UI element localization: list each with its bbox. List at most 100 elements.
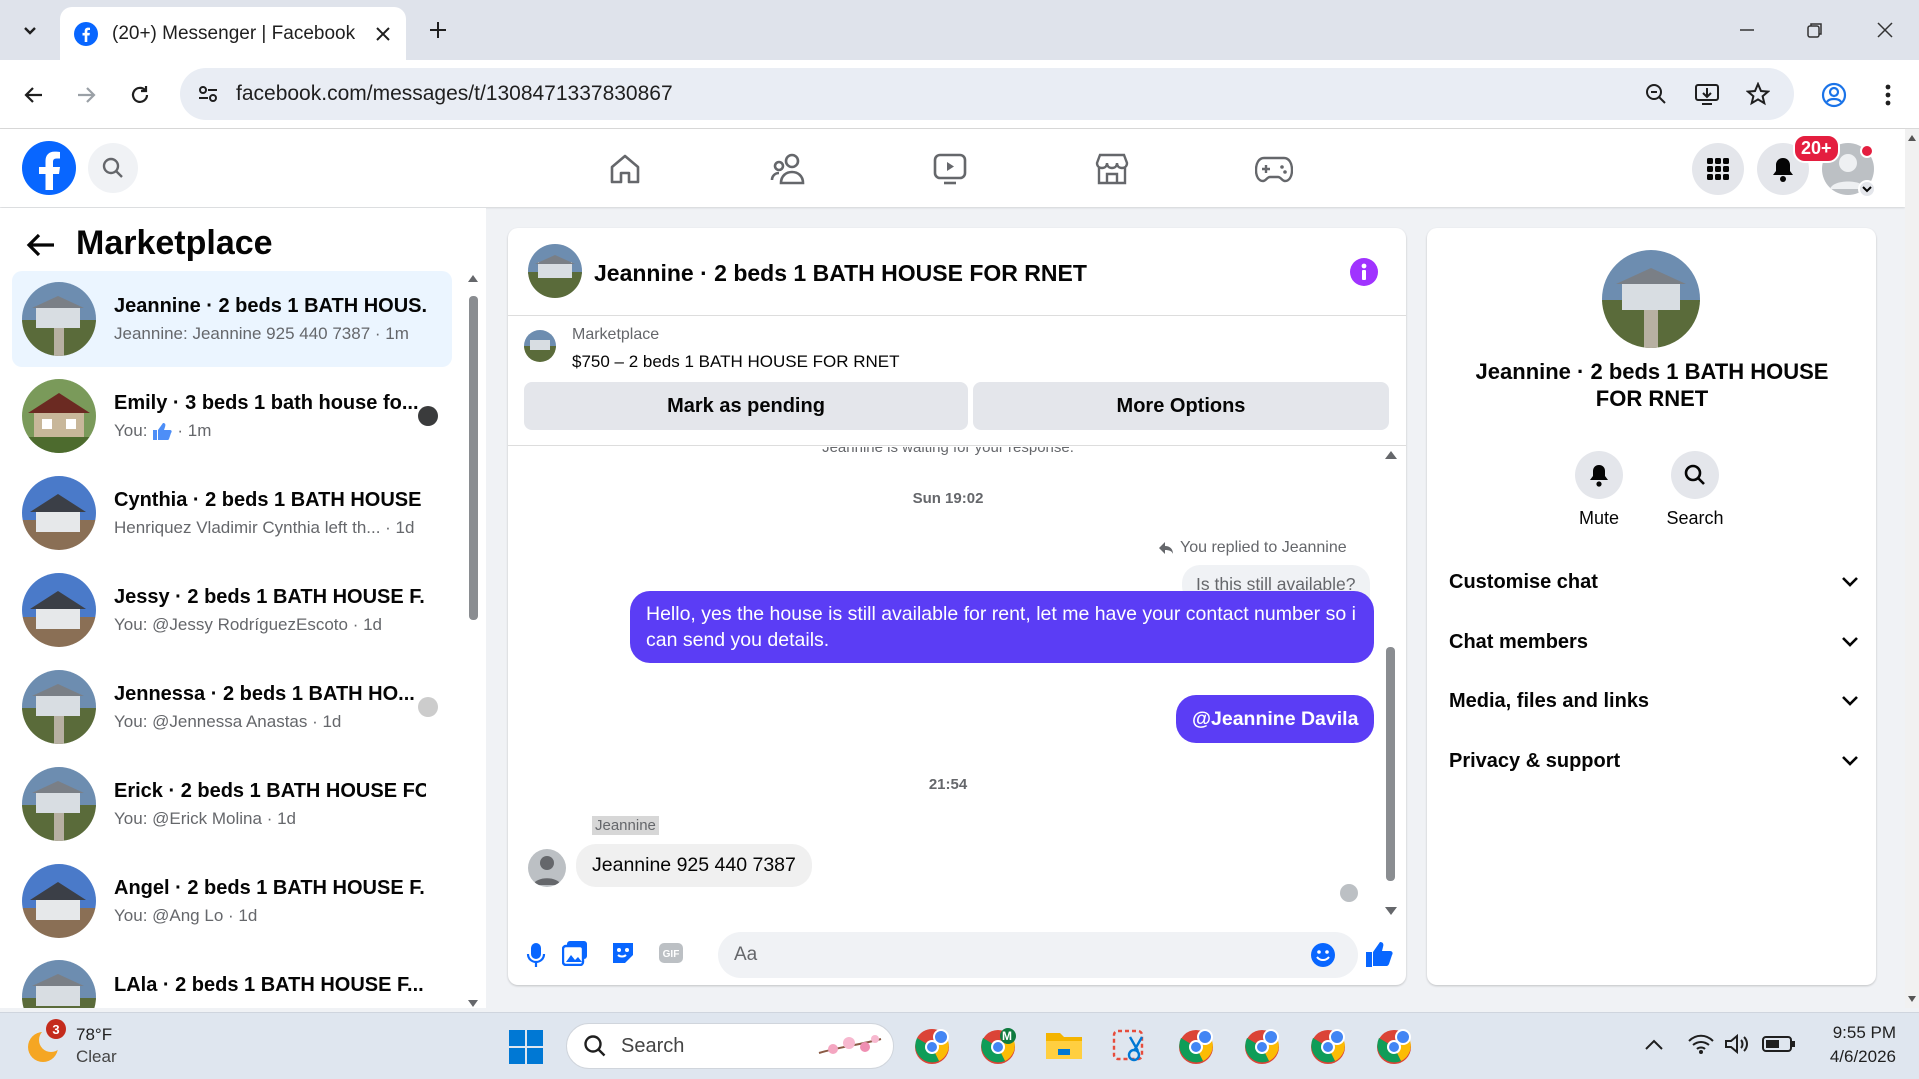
conversation-info-button[interactable] <box>1350 258 1378 286</box>
conversation-jessy[interactable]: Jessy · 2 beds 1 BATH HOUSE F... You: @Je… <box>12 562 452 658</box>
nav-marketplace[interactable] <box>1092 149 1132 189</box>
section-chat-members[interactable]: Chat members <box>1449 622 1859 662</box>
file-explorer-icon[interactable] <box>1044 1027 1084 1067</box>
account-chevron[interactable] <box>1858 180 1876 198</box>
chrome-profile-icon[interactable] <box>912 1027 952 1067</box>
listing-avatar[interactable] <box>1602 250 1700 348</box>
chrome-profile-icon[interactable] <box>978 1027 1018 1067</box>
conversation-preview: You: @Erick Molina · 1d <box>114 808 296 828</box>
section-privacy-support[interactable]: Privacy & support <box>1449 741 1859 781</box>
address-bar[interactable]: facebook.com/messages/t/1308471337830867 <box>180 68 1794 120</box>
composer: GIF Aa <box>508 924 1406 984</box>
conversation-jeannine[interactable]: Jeannine · 2 beds 1 BATH HOUS... Jeannine… <box>12 271 452 367</box>
nav-friends[interactable] <box>768 149 808 189</box>
marketplace-icon <box>1094 152 1130 186</box>
outgoing-mention-message[interactable]: @Jeannine Davila <box>1176 695 1375 743</box>
conversation-preview: You: @Ang Lo · 1d <box>114 905 258 925</box>
menu-button[interactable] <box>1692 143 1744 195</box>
browser-menu-button[interactable] <box>1868 75 1908 115</box>
forward-button[interactable] <box>66 75 106 115</box>
chrome-profile-icon[interactable] <box>1176 1027 1216 1067</box>
section-customise-chat[interactable]: Customise chat <box>1449 562 1859 602</box>
emoji-icon[interactable] <box>1310 942 1336 968</box>
message-input[interactable]: Aa <box>718 932 1358 978</box>
listing-thumbnail <box>22 573 96 647</box>
zoom-icon[interactable] <box>1644 82 1668 106</box>
url-text[interactable]: facebook.com/messages/t/1308471337830867 <box>236 82 1644 106</box>
listing-thumbnail <box>22 282 96 356</box>
chevron-up-icon[interactable] <box>1644 1037 1664 1051</box>
thumbs-up-send-icon[interactable] <box>1364 940 1394 968</box>
nav-home[interactable] <box>605 149 645 189</box>
conversation-angel[interactable]: Angel · 2 beds 1 BATH HOUSE F... You: @An… <box>12 853 452 949</box>
wifi-icon[interactable] <box>1688 1033 1714 1055</box>
nav-gaming[interactable] <box>1254 149 1294 189</box>
close-tab-icon[interactable] <box>374 25 392 43</box>
sender-name: Jeannine <box>592 816 659 835</box>
volume-icon[interactable] <box>1724 1033 1750 1055</box>
chat-list-scroll-thumb[interactable] <box>469 296 478 620</box>
chat-panel: Jeannine · 2 beds 1 BATH HOUSE FOR RNET … <box>508 228 1406 985</box>
back-arrow-icon[interactable] <box>26 232 56 258</box>
site-info-icon[interactable] <box>196 82 220 106</box>
chat-title[interactable]: Jeannine · 2 beds 1 BATH HOUSE FOR RNET <box>594 260 1087 287</box>
conversation-preview: You: @Jennessa Anastas · 1d <box>114 711 342 731</box>
section-label: Chat members <box>1449 630 1588 653</box>
sticker-icon[interactable] <box>610 940 636 966</box>
more-options-button[interactable]: More Options <box>973 382 1389 430</box>
facebook-search-button[interactable] <box>88 143 138 193</box>
chevron-down-icon <box>1841 695 1859 707</box>
conversation-emily[interactable]: Emily · 3 beds 1 bath house fo... You: · … <box>12 368 452 464</box>
taskbar-clock[interactable]: 9:55 PM 4/6/2026 <box>1812 1023 1896 1067</box>
weather-widget[interactable]: 78°F Clear <box>24 1025 117 1067</box>
search-in-conversation-button[interactable] <box>1671 451 1719 499</box>
facebook-logo[interactable] <box>22 141 76 195</box>
conversation-info-panel: Jeannine · 2 beds 1 BATH HOUSE FOR RNET … <box>1427 228 1876 985</box>
chat-avatar[interactable] <box>528 244 582 298</box>
mark-as-pending-button[interactable]: Mark as pending <box>524 382 968 430</box>
new-tab-button[interactable] <box>420 12 456 48</box>
friends-icon <box>770 152 806 186</box>
weather-condition: Clear <box>76 1047 117 1066</box>
install-app-icon[interactable] <box>1694 82 1720 106</box>
conversation-jennessa[interactable]: Jennessa · 2 beds 1 BATH HO... You: @Jenn… <box>12 659 452 755</box>
profile-button[interactable] <box>1814 75 1854 115</box>
snipping-tool-icon[interactable] <box>1110 1027 1150 1067</box>
reload-button[interactable] <box>120 75 160 115</box>
timestamp: Sun 19:02 <box>912 490 984 507</box>
message-scroll-thumb[interactable] <box>1386 647 1395 881</box>
photo-icon[interactable] <box>562 940 588 966</box>
conversation-cynthia[interactable]: Cynthia · 2 beds 1 BATH HOUSE ... Henriqu… <box>12 465 452 561</box>
listing-title[interactable]: $750 – 2 beds 1 BATH HOUSE FOR RNET <box>572 352 900 372</box>
chevron-down-icon <box>1841 636 1859 648</box>
listing-thumbnail <box>22 960 96 1008</box>
conversation-erick[interactable]: Erick · 2 beds 1 BATH HOUSE FO... You: @E… <box>12 756 452 852</box>
incoming-message[interactable]: Jeannine 925 440 7387 <box>576 844 812 887</box>
taskbar-search[interactable]: Search <box>566 1023 894 1069</box>
chrome-profile-icon[interactable] <box>1242 1027 1282 1067</box>
chevron-down-icon <box>20 20 40 40</box>
minimize-button[interactable] <box>1722 12 1772 48</box>
back-button[interactable] <box>14 75 54 115</box>
gif-icon[interactable]: GIF <box>658 942 684 964</box>
close-window-button[interactable] <box>1860 12 1910 48</box>
sender-avatar[interactable] <box>528 849 566 887</box>
cherry-blossom-icon <box>817 1031 883 1061</box>
browser-tab-messenger[interactable]: (20+) Messenger | Facebook <box>60 7 406 60</box>
chrome-profile-icon[interactable] <box>1308 1027 1348 1067</box>
nav-video[interactable] <box>930 149 970 189</box>
chrome-profile-icon[interactable] <box>1374 1027 1414 1067</box>
windows-start-icon[interactable] <box>508 1029 548 1069</box>
section-media-files-links[interactable]: Media, files and links <box>1449 681 1859 721</box>
microphone-icon[interactable] <box>526 942 546 968</box>
tab-search-button[interactable] <box>10 10 50 50</box>
restore-button[interactable] <box>1790 12 1840 48</box>
page-scrollbar[interactable] <box>1905 129 1919 1008</box>
conversation-lala[interactable]: LAla · 2 beds 1 BATH HOUSE F... <box>12 950 452 1008</box>
bell-icon <box>1588 463 1610 487</box>
bookmark-star-icon[interactable] <box>1746 82 1770 106</box>
outgoing-message[interactable]: Hello, yes the house is still available … <box>630 591 1374 663</box>
mute-button[interactable] <box>1575 451 1623 499</box>
battery-icon[interactable] <box>1762 1035 1796 1053</box>
chevron-down-icon <box>1862 185 1872 193</box>
